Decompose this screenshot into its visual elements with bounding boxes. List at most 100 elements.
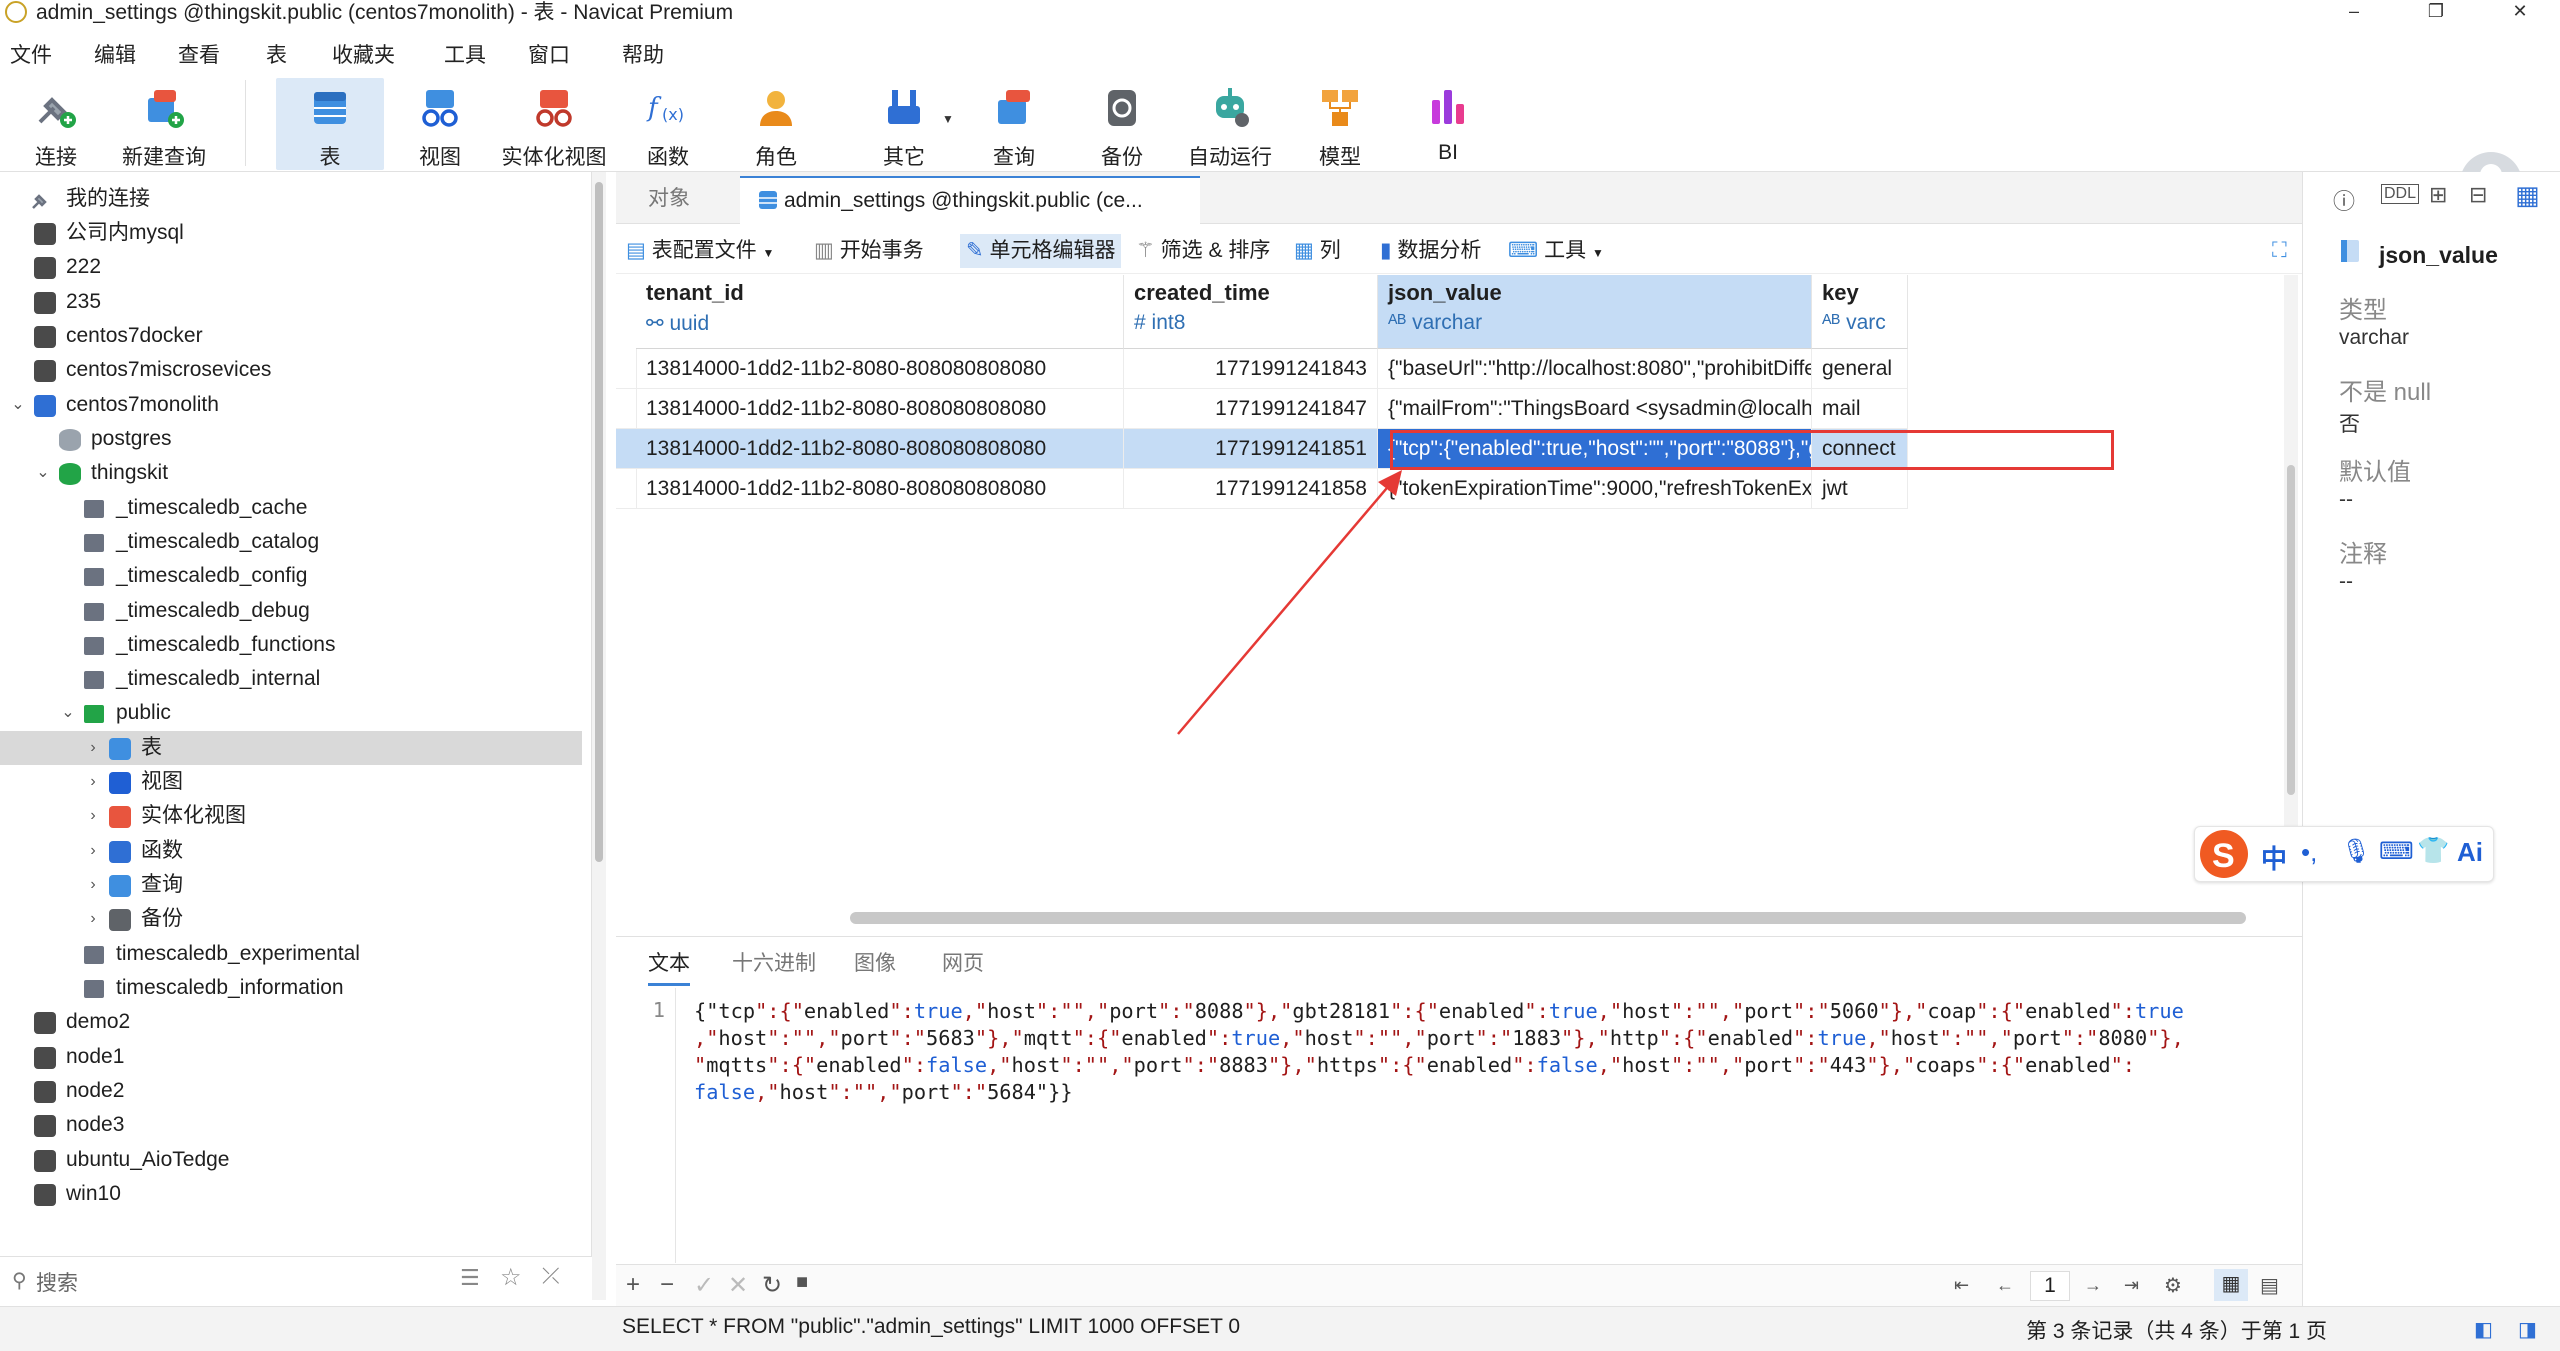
chevron-down-icon[interactable]: ⌄ <box>33 456 53 490</box>
chevron-down-icon[interactable]: ⌄ <box>8 388 28 422</box>
viewer-tab-image[interactable]: 图像 <box>854 947 896 977</box>
tree-item[interactable]: ⌄ centos7monolith <box>0 388 582 422</box>
table-cell[interactable]: general <box>1812 349 1908 389</box>
tree-item[interactable]: › 视图 <box>0 765 582 799</box>
row-indicator[interactable] <box>616 349 637 389</box>
split-icon[interactable]: ⊟ <box>2469 182 2487 208</box>
toolbar-table-button[interactable]: 表 <box>276 78 384 170</box>
punctuation-icon[interactable]: •, <box>2301 837 2317 868</box>
column-header-created-time[interactable]: created_time # int8 <box>1124 275 1378 349</box>
chevron-right-icon[interactable]: › <box>83 834 103 868</box>
column-header-json-value[interactable]: json_value ᴬᴮ varchar <box>1378 275 1812 349</box>
keyboard-icon[interactable]: ⌨ <box>2379 837 2414 866</box>
column-header-tenant-id[interactable]: tenant_id ⚯ uuid <box>636 275 1124 349</box>
ddl-icon[interactable]: DDL <box>2381 184 2420 204</box>
skin-icon[interactable]: 👕 <box>2417 835 2449 866</box>
minimize-button[interactable]: – <box>2334 0 2374 25</box>
delete-record-icon[interactable]: − <box>660 1271 674 1299</box>
value-text-editor[interactable]: 1 {"tcp":{"enabled":true,"host":"","port… <box>616 988 2302 1263</box>
form-view-icon[interactable]: ▤ <box>2260 1273 2279 1298</box>
toolbar-bi-button[interactable]: BI <box>1406 78 1490 170</box>
menu-edit[interactable]: 编辑 <box>94 39 136 69</box>
connections-header[interactable]: 我的连接 <box>0 182 582 216</box>
toggle-left-panel-icon[interactable]: ◧ <box>2474 1317 2493 1342</box>
tree-item[interactable]: centos7docker <box>0 319 582 353</box>
favorite-star-icon[interactable]: ☆ <box>500 1263 522 1292</box>
menu-file[interactable]: 文件 <box>10 39 52 69</box>
menu-favorites[interactable]: 收藏夹 <box>332 39 395 69</box>
viewer-tab-web[interactable]: 网页 <box>942 947 984 977</box>
tree-item[interactable]: timescaledb_experimental <box>0 937 582 971</box>
tree-item[interactable]: › 备份 <box>0 902 582 936</box>
row-indicator[interactable] <box>616 469 637 509</box>
tree-item[interactable]: ⌄ thingskit <box>0 456 582 490</box>
column-header-key[interactable]: key ᴬᴮ varc <box>1812 275 1908 349</box>
table-cell[interactable]: 13814000-1dd2-11b2-8080-808080808080 <box>636 469 1124 509</box>
tree-item[interactable]: ⌄ public <box>0 696 582 730</box>
grid-vertical-scrollbar[interactable] <box>2284 275 2298 860</box>
discard-icon[interactable]: ✕ <box>728 1271 748 1300</box>
row-indicator[interactable] <box>616 389 637 429</box>
toolbar-model-button[interactable]: 模型 <box>1298 78 1382 170</box>
tree-item[interactable]: _timescaledb_debug <box>0 594 582 628</box>
tree-item[interactable]: › 查询 <box>0 868 582 902</box>
tree-item[interactable]: postgres <box>0 422 582 456</box>
chevron-right-icon[interactable]: › <box>83 765 103 799</box>
filter-icon[interactable]: ☰ <box>460 1265 480 1291</box>
relation-icon[interactable]: ⊞ <box>2429 182 2447 208</box>
tree-item[interactable]: 235 <box>0 285 582 319</box>
toolbar-role-button[interactable]: 角色 <box>736 78 816 170</box>
apply-icon[interactable]: ✓ <box>694 1271 714 1300</box>
close-button[interactable]: ✕ <box>2500 0 2540 25</box>
table-cell[interactable]: 1771991241843 <box>1124 349 1378 389</box>
table-cell[interactable]: 13814000-1dd2-11b2-8080-808080808080 <box>636 429 1124 469</box>
first-page-icon[interactable]: ⇤ <box>1954 1275 1969 1296</box>
tree-item[interactable]: node3 <box>0 1108 582 1142</box>
tab-admin-settings[interactable]: admin_settings @thingskit.public (ce... <box>740 176 1200 224</box>
menu-help[interactable]: 帮助 <box>622 39 664 69</box>
tab-objects[interactable]: 对象 <box>630 176 708 224</box>
menu-table[interactable]: 表 <box>266 39 287 69</box>
other-dropdown-icon[interactable]: ▼ <box>942 112 954 126</box>
tree-item[interactable]: node1 <box>0 1040 582 1074</box>
prev-page-icon[interactable]: ← <box>1996 1275 2014 1296</box>
toolbar-materialized-view-button[interactable]: 实体化视图 <box>496 78 612 170</box>
chevron-right-icon[interactable]: › <box>83 731 103 765</box>
settings-gear-icon[interactable]: ⚙ <box>2164 1273 2182 1298</box>
viewer-tab-hex[interactable]: 十六进制 <box>732 947 816 977</box>
row-indicator[interactable] <box>616 429 637 469</box>
cell-editor-button[interactable]: ✎ 单元格编辑器 <box>960 234 1122 268</box>
tree-item[interactable]: centos7miscrosevices <box>0 353 582 387</box>
table-cell[interactable]: jwt <box>1812 469 1908 509</box>
toolbar-query-button[interactable]: 查询 <box>972 78 1056 170</box>
add-record-icon[interactable]: + <box>626 1271 640 1299</box>
ime-ai-button[interactable]: Ai <box>2457 837 2483 868</box>
table-cell[interactable]: mail <box>1812 389 1908 429</box>
tree-item[interactable]: › 表 <box>0 730 582 765</box>
page-number-input[interactable]: 1 <box>2030 1271 2070 1301</box>
data-analysis-button[interactable]: ▮ 数据分析 <box>1374 234 1487 268</box>
stop-icon[interactable]: ■ <box>796 1271 808 1294</box>
grid-view-icon[interactable]: ▦ <box>2214 1269 2248 1301</box>
table-config-button[interactable]: ▤ 表配置文件 ▼ <box>620 234 780 268</box>
table-cell[interactable]: 13814000-1dd2-11b2-8080-808080808080 <box>636 389 1124 429</box>
table-cell[interactable]: {"mailFrom":"ThingsBoard <sysadmin@local… <box>1378 389 1812 429</box>
toolbar-connection-button[interactable]: 连接 <box>16 78 96 170</box>
toolbar-automation-button[interactable]: 自动运行 <box>1182 78 1278 170</box>
tree-item[interactable]: ubuntu_AioTedge <box>0 1143 582 1177</box>
tree-item[interactable]: node2 <box>0 1074 582 1108</box>
begin-transaction-button[interactable]: ▥ 开始事务 <box>808 234 930 268</box>
menu-view[interactable]: 查看 <box>178 39 220 69</box>
toolbar-other-button[interactable]: 其它 <box>856 78 952 170</box>
chevron-right-icon[interactable]: › <box>83 868 103 902</box>
tree-item[interactable]: timescaledb_information <box>0 971 582 1005</box>
collapse-icon[interactable]: ⤫ <box>542 1263 560 1289</box>
viewer-tab-text[interactable]: 文本 <box>648 947 690 986</box>
refresh-icon[interactable]: ↻ <box>762 1271 782 1300</box>
tools-button[interactable]: ⌨ 工具 ▼ <box>1502 234 1610 268</box>
tree-item[interactable]: _timescaledb_internal <box>0 662 582 696</box>
table-cell[interactable]: {"tokenExpirationTime":9000,"refreshToke… <box>1378 469 1812 509</box>
menu-tools[interactable]: 工具 <box>444 39 486 69</box>
filter-sort-button[interactable]: ⚚ 筛选 & 排序 <box>1130 234 1276 268</box>
toolbar-new-query-button[interactable]: 新建查询 <box>112 78 216 170</box>
